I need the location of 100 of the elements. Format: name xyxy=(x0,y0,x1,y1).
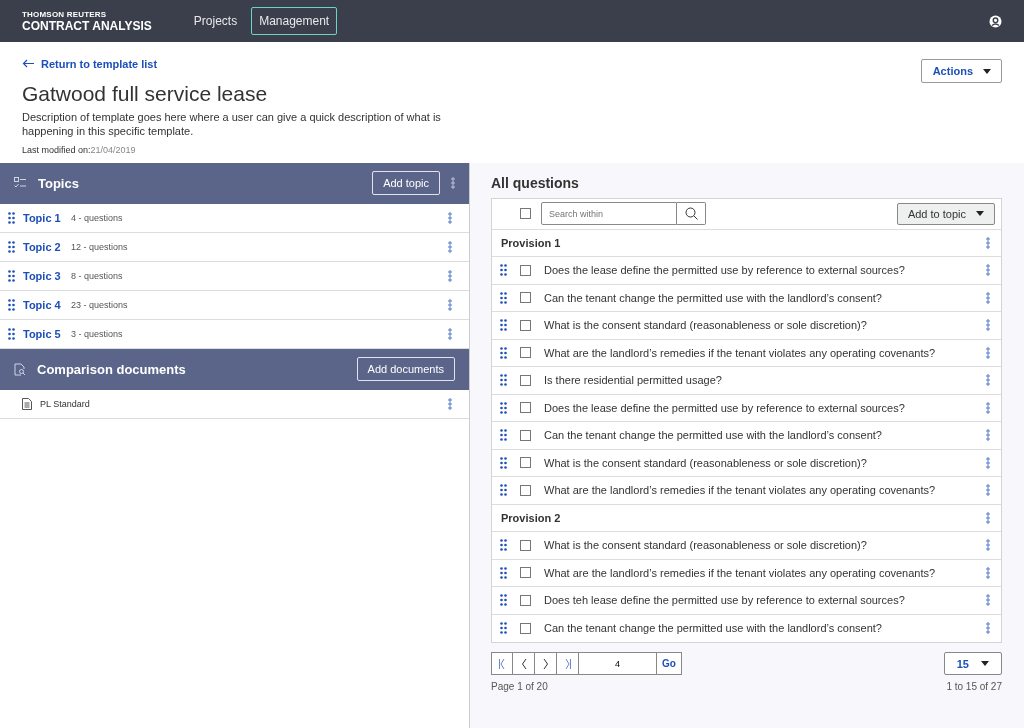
drag-handle-icon[interactable] xyxy=(8,327,15,340)
drag-handle-icon[interactable] xyxy=(8,298,15,311)
nav-tab[interactable]: Management xyxy=(251,7,338,35)
drag-handle-icon[interactable] xyxy=(500,346,507,359)
drag-handle-icon[interactable] xyxy=(500,401,507,414)
more-icon[interactable] xyxy=(986,374,990,387)
user-icon[interactable] xyxy=(989,14,1002,28)
first-page-button[interactable] xyxy=(491,652,513,676)
search-field[interactable]: Search within xyxy=(541,202,677,226)
more-icon[interactable] xyxy=(986,456,990,469)
more-icon[interactable] xyxy=(986,566,990,579)
more-icon[interactable] xyxy=(448,211,452,224)
back-arrow-icon[interactable] xyxy=(22,59,35,68)
last-page-button[interactable] xyxy=(557,652,579,676)
more-icon[interactable] xyxy=(986,346,990,359)
panel-title: Comparison documents xyxy=(37,361,187,377)
select-all-checkbox[interactable] xyxy=(520,208,531,220)
question-count: 3 - questions xyxy=(71,328,124,339)
actions-button[interactable]: Actions xyxy=(920,59,1002,83)
drag-handle-icon[interactable] xyxy=(8,240,15,253)
drag-handle-icon[interactable] xyxy=(500,264,507,277)
previous-page-button[interactable] xyxy=(513,652,535,676)
go-button[interactable]: Go xyxy=(657,652,682,676)
more-icon[interactable] xyxy=(986,511,990,524)
more-icon[interactable] xyxy=(986,264,990,277)
drag-handle-icon[interactable] xyxy=(500,429,507,442)
topic-link[interactable]: Topic 5 xyxy=(23,327,63,340)
more-icon[interactable] xyxy=(986,236,990,249)
provision-heading: Provision 1 xyxy=(501,236,562,249)
search-icon[interactable] xyxy=(684,207,698,221)
more-icon[interactable] xyxy=(986,401,990,414)
drag-handle-icon[interactable] xyxy=(500,594,507,607)
add-documents-button[interactable]: Add documents xyxy=(356,357,455,382)
add-to-topic-button[interactable]: Add to topic xyxy=(896,202,995,225)
question-text: What are the landlord’s remedies if the tenant violates any operating covenants? xyxy=(544,346,937,359)
question-checkbox[interactable] xyxy=(520,567,531,579)
modified-label: Last modified on: xyxy=(22,144,91,155)
more-icon[interactable] xyxy=(986,622,990,635)
page-title: Gatwood full service lease xyxy=(22,82,269,106)
page-number-field[interactable]: 4 xyxy=(579,652,657,676)
more-icon[interactable] xyxy=(986,291,990,304)
more-icon[interactable] xyxy=(448,269,452,282)
page-size-dropdown[interactable]: 15 xyxy=(943,652,1002,676)
question-checkbox[interactable] xyxy=(520,374,531,386)
more-icon[interactable] xyxy=(986,539,990,552)
more-icon[interactable] xyxy=(448,397,452,410)
question-count: 8 - questions xyxy=(71,270,124,281)
question-checkbox[interactable] xyxy=(520,484,531,496)
drag-handle-icon[interactable] xyxy=(500,319,507,332)
drag-handle-icon[interactable] xyxy=(500,374,507,387)
drag-handle-icon[interactable] xyxy=(500,566,507,579)
drag-handle-icon[interactable] xyxy=(500,622,507,635)
more-icon[interactable] xyxy=(986,319,990,332)
drag-handle-icon[interactable] xyxy=(500,291,507,304)
first-page-icon[interactable] xyxy=(498,657,506,670)
document-name[interactable]: PL Standard xyxy=(40,398,440,409)
question-text: What is the consent standard (reasonableness or sole discretion)? xyxy=(544,539,868,552)
chevron-right-icon[interactable] xyxy=(541,657,550,670)
search-button[interactable] xyxy=(677,202,706,226)
question-checkbox[interactable] xyxy=(520,429,531,441)
question-checkbox[interactable] xyxy=(520,347,531,359)
checklist-icon xyxy=(14,177,27,190)
topic-link[interactable]: Topic 3 xyxy=(23,269,63,282)
last-page-icon[interactable] xyxy=(563,657,572,670)
drag-handle-icon[interactable] xyxy=(500,456,507,469)
question-text: Can the tenant change the permitted use with the landlord’s consent? xyxy=(544,291,883,304)
question-count: 4 - questions xyxy=(71,212,124,223)
more-icon[interactable] xyxy=(448,298,452,311)
question-checkbox[interactable] xyxy=(520,402,531,414)
brand-title: CONTRACT ANALYSIS xyxy=(22,18,152,33)
drag-handle-icon[interactable] xyxy=(500,484,507,497)
topic-link[interactable]: Topic 4 xyxy=(23,298,63,311)
nav-tab[interactable]: Projects xyxy=(185,7,246,35)
question-checkbox[interactable] xyxy=(520,319,531,331)
more-icon[interactable] xyxy=(986,484,990,497)
more-icon[interactable] xyxy=(986,594,990,607)
question-checkbox[interactable] xyxy=(520,264,531,276)
topic-link[interactable]: Topic 1 xyxy=(23,211,63,224)
chevron-left-icon[interactable] xyxy=(519,657,528,670)
more-icon[interactable] xyxy=(448,327,452,340)
add-topic-button[interactable]: Add topic xyxy=(372,171,440,196)
drag-handle-icon[interactable] xyxy=(8,211,15,224)
question-text: What are the landlord’s remedies if the tenant violates any operating covenants? xyxy=(544,484,937,497)
question-checkbox[interactable] xyxy=(520,594,531,606)
question-checkbox[interactable] xyxy=(520,292,531,304)
drag-handle-icon[interactable] xyxy=(500,539,507,552)
topic-link[interactable]: Topic 2 xyxy=(23,240,63,253)
more-icon[interactable] xyxy=(448,240,452,253)
drag-handle-icon[interactable] xyxy=(8,269,15,282)
more-icon[interactable] xyxy=(986,429,990,442)
next-page-button[interactable] xyxy=(535,652,557,676)
document-icon xyxy=(22,397,32,410)
question-text: Does teh lease define the permitted use by reference to external sources? xyxy=(544,594,906,607)
more-icon[interactable] xyxy=(451,177,455,190)
question-text: What is the consent standard (reasonableness or sole discretion)? xyxy=(544,319,868,332)
question-count: 23 - questions xyxy=(71,299,129,310)
question-checkbox[interactable] xyxy=(520,457,531,469)
question-checkbox[interactable] xyxy=(520,539,531,551)
back-link[interactable]: Return to template list xyxy=(22,57,158,70)
question-checkbox[interactable] xyxy=(520,622,531,634)
